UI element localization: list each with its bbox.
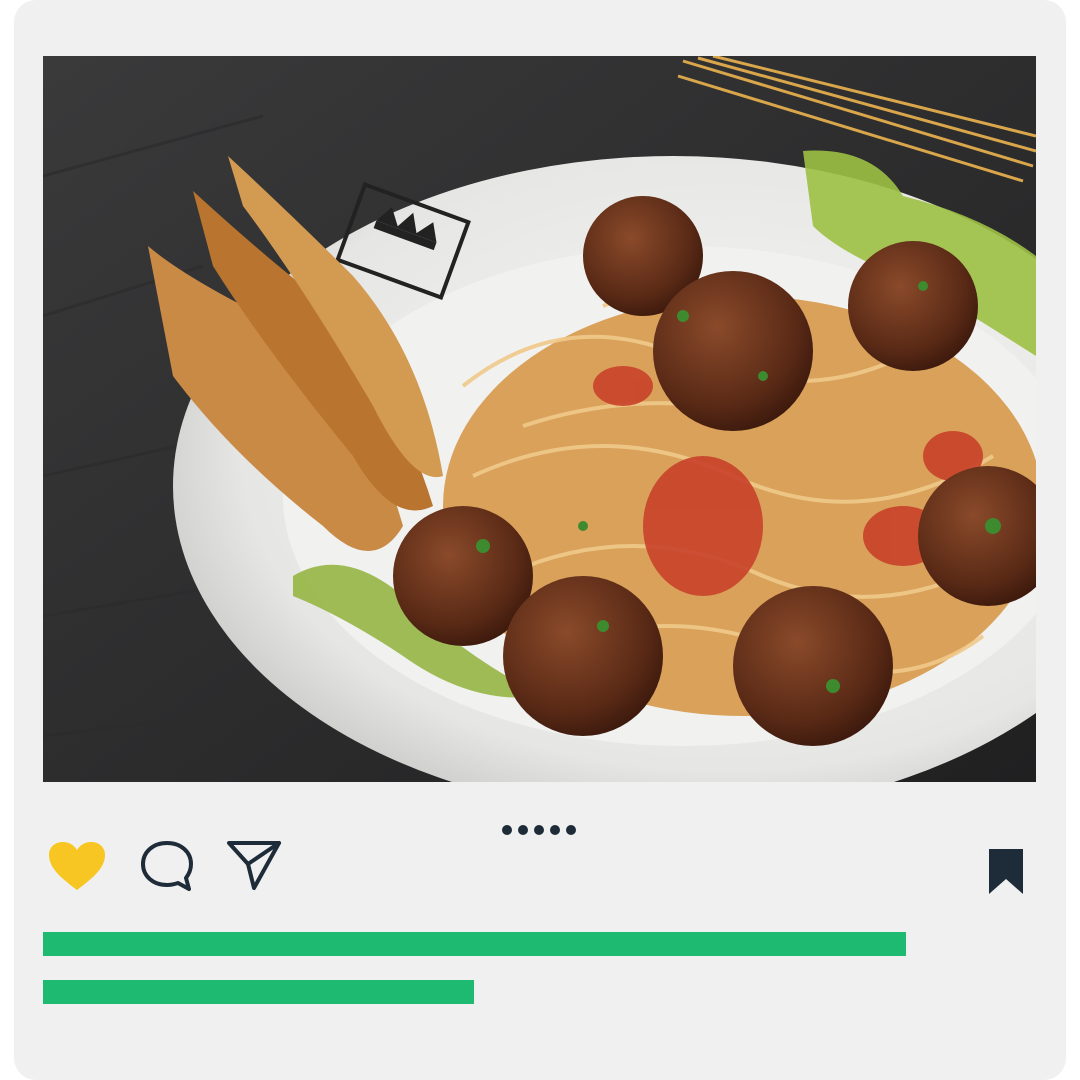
- carousel-dot[interactable]: [550, 825, 560, 835]
- bookmark-icon: [989, 849, 1023, 894]
- post-image[interactable]: [43, 56, 1036, 782]
- carousel-indicator[interactable]: [502, 825, 576, 835]
- caption-placeholder-line: [43, 980, 474, 1004]
- carousel-dot[interactable]: [502, 825, 512, 835]
- carousel-dot[interactable]: [566, 825, 576, 835]
- comment-button[interactable]: [139, 839, 195, 895]
- like-button[interactable]: [47, 840, 107, 892]
- speech-bubble-icon: [141, 841, 193, 891]
- caption-placeholder-line: [43, 932, 906, 956]
- carousel-dot[interactable]: [518, 825, 528, 835]
- paper-plane-icon: [227, 841, 281, 890]
- carousel-dot[interactable]: [534, 825, 544, 835]
- share-button[interactable]: [226, 840, 282, 892]
- save-button[interactable]: [986, 847, 1026, 897]
- heart-icon: [49, 842, 105, 890]
